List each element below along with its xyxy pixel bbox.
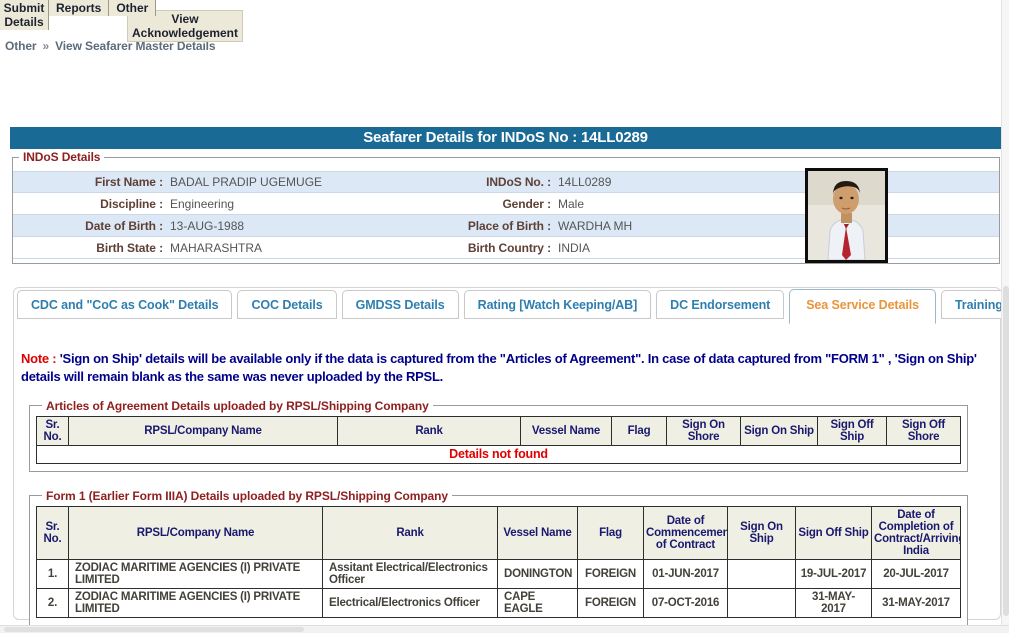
sign-on-ship-note: Note : 'Sign on Ship' details will be av…	[21, 350, 994, 386]
tab-gmdss-details[interactable]: GMDSS Details	[342, 290, 459, 319]
col-company: RPSL/Company Name	[69, 506, 323, 559]
pob-label: Place of Birth :	[449, 219, 551, 233]
col-company: RPSL/Company Name	[69, 416, 338, 445]
details-not-found-message: Details not found	[37, 445, 961, 463]
discipline-value: Engineering	[163, 197, 449, 211]
main-menubar: Submit Details Reports Other	[0, 0, 156, 30]
form1-row-2: 2. ZODIAC MARITIME AGENCIES (I) PRIVATE …	[37, 588, 961, 617]
breadcrumb-separator: »	[37, 39, 56, 53]
first-name-label: First Name :	[13, 175, 163, 189]
tab-dc-endorsement[interactable]: DC Endorsement	[656, 290, 784, 319]
col-vessel: Vessel Name	[521, 416, 612, 445]
cell-vessel: DONINGTON	[498, 559, 578, 588]
tab-sea-service-details[interactable]: Sea Service Details	[789, 289, 936, 324]
birth-country-label: Birth Country :	[449, 241, 551, 255]
birth-state-label: Birth State :	[13, 241, 163, 255]
pob-value: WARDHA MH	[551, 219, 999, 233]
breadcrumb-section[interactable]: Other	[5, 39, 37, 53]
page-title: Seafarer Details for INDoS No : 14LL0289	[10, 127, 1001, 149]
note-prefix: Note :	[21, 351, 56, 366]
tab-coc-details[interactable]: COC Details	[237, 290, 336, 319]
col-rank: Rank	[338, 416, 521, 445]
col-flag: Flag	[578, 506, 644, 559]
form1-row-1: 1. ZODIAC MARITIME AGENCIES (I) PRIVATE …	[37, 559, 961, 588]
gender-label: Gender :	[449, 197, 551, 211]
horizontal-scrollbar[interactable]	[0, 625, 1009, 633]
gender-value: Male	[551, 197, 999, 211]
seafarer-photo	[805, 168, 888, 263]
discipline-label: Discipline :	[13, 197, 163, 211]
vertical-scrollbar-thumb[interactable]	[1003, 286, 1009, 616]
birth-country-value: INDIA	[551, 241, 999, 255]
horizontal-scrollbar-thumb[interactable]	[4, 627, 304, 632]
form1-legend: Form 1 (Earlier Form IIIA) Details uploa…	[42, 489, 452, 503]
col-sign-off-ship: Sign Off Ship	[796, 506, 872, 559]
articles-empty-row: Details not found	[37, 445, 961, 463]
col-sr-no: Sr. No.	[37, 506, 69, 559]
col-date-completion: Date of Completion of Contract/Arriving …	[872, 506, 961, 559]
cell-sign-on-ship	[728, 559, 796, 588]
first-name-value: BADAL PRADIP UGEMUGE	[163, 175, 449, 189]
col-sign-off-ship: Sign Off Ship	[818, 416, 887, 445]
tab-training-details[interactable]: Training Details	[941, 290, 1009, 319]
col-sign-on-ship: Sign On Ship	[741, 416, 818, 445]
form1-header-row: Sr. No. RPSL/Company Name Rank Vessel Na…	[37, 506, 961, 559]
tab-rating-watchkeeping[interactable]: Rating [Watch Keeping/AB]	[464, 290, 652, 319]
menu-item-other[interactable]: Other	[109, 0, 156, 16]
cell-date-completion: 20-JUL-2017	[872, 559, 961, 588]
cell-vessel: CAPE EAGLE	[498, 588, 578, 617]
cell-sign-off-ship: 19-JUL-2017	[796, 559, 872, 588]
col-sign-on-shore: Sign On Shore	[667, 416, 741, 445]
col-vessel: Vessel Name	[498, 506, 578, 559]
indos-no-label: INDoS No. :	[449, 175, 551, 189]
form1-table: Sr. No. RPSL/Company Name Rank Vessel Na…	[36, 506, 961, 618]
cell-rank: Electrical/Electronics Officer	[323, 588, 498, 617]
form1-fieldset: Form 1 (Earlier Form IIIA) Details uploa…	[29, 489, 968, 626]
tab-list: CDC and "CoC as Cook" Details COC Detail…	[14, 288, 1000, 325]
indos-details-legend: INDoS Details	[19, 150, 104, 164]
cell-sr-no: 2.	[37, 588, 69, 617]
articles-legend: Articles of Agreement Details uploaded b…	[42, 399, 433, 413]
cell-rank: Assitant Electrical/Electronics Officer	[323, 559, 498, 588]
cell-company: ZODIAC MARITIME AGENCIES (I) PRIVATE LIM…	[69, 559, 323, 588]
cell-sr-no: 1.	[37, 559, 69, 588]
cell-company: ZODIAC MARITIME AGENCIES (I) PRIVATE LIM…	[69, 588, 323, 617]
cell-date-completion: 31-MAY-2017	[872, 588, 961, 617]
cell-sign-off-ship: 31-MAY-2017	[796, 588, 872, 617]
menu-item-reports[interactable]: Reports	[49, 0, 109, 16]
birth-state-value: MAHARASHTRA	[163, 241, 449, 255]
seafarer-tabs-panel: CDC and "CoC as Cook" Details COC Detail…	[13, 287, 1001, 620]
cell-flag: FOREIGN	[578, 588, 644, 617]
indos-no-value: 14LL0289	[551, 175, 999, 189]
vertical-scrollbar[interactable]	[1001, 0, 1009, 625]
note-text: 'Sign on Ship' details will be available…	[21, 351, 977, 384]
cell-sign-on-ship	[728, 588, 796, 617]
cell-date-commencement: 01-JUN-2017	[644, 559, 728, 588]
col-flag: Flag	[612, 416, 667, 445]
tab-cdc-coc-cook[interactable]: CDC and "CoC as Cook" Details	[17, 290, 232, 319]
articles-fieldset: Articles of Agreement Details uploaded b…	[29, 399, 968, 472]
col-sr-no: Sr. No.	[37, 416, 69, 445]
menu-item-submit-details[interactable]: Submit Details	[0, 0, 49, 30]
dob-value: 13-AUG-1988	[163, 219, 449, 233]
col-sign-off-shore: Sign Off Shore	[887, 416, 961, 445]
col-sign-on-ship: Sign On Ship	[728, 506, 796, 559]
col-date-commencement: Date of Commencement of Contract	[644, 506, 728, 559]
col-rank: Rank	[323, 506, 498, 559]
articles-table: Sr. No. RPSL/Company Name Rank Vessel Na…	[36, 416, 961, 464]
seafarer-photo-image	[808, 171, 885, 260]
articles-header-row: Sr. No. RPSL/Company Name Rank Vessel Na…	[37, 416, 961, 445]
dob-label: Date of Birth :	[13, 219, 163, 233]
cell-date-commencement: 07-OCT-2016	[644, 588, 728, 617]
cell-flag: FOREIGN	[578, 559, 644, 588]
